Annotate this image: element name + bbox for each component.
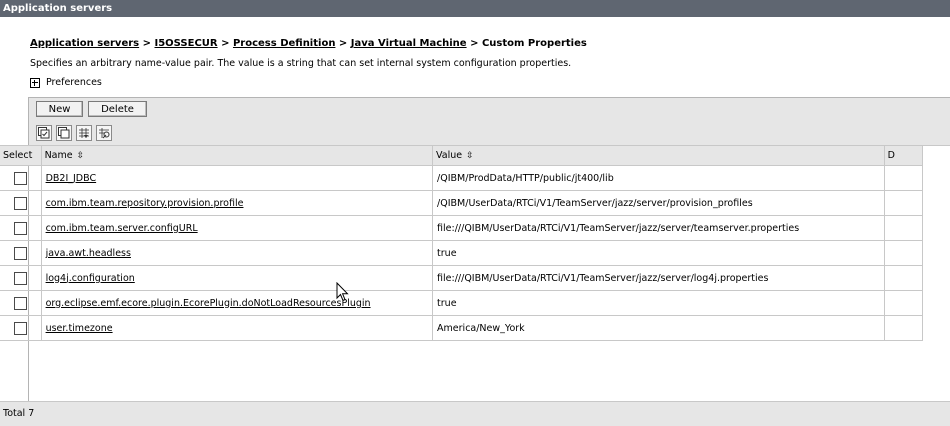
property-name-link[interactable]: com.ibm.team.server.configURL	[46, 223, 198, 234]
page-description: Specifies an arbitrary name-value pair. …	[30, 58, 572, 69]
row-select-checkbox[interactable]	[13, 196, 27, 210]
table-footer: Total 7	[0, 401, 950, 426]
table-row: org.eclipse.emf.ecore.plugin.EcorePlugin…	[0, 290, 924, 316]
row-select-checkbox[interactable]	[13, 221, 27, 235]
table-row: com.ibm.team.repository.provision.profil…	[0, 190, 924, 216]
show-filter-icon[interactable]	[76, 125, 92, 141]
collection-panel: New Delete Select Name ⇳ Value ⇳ D DB2I_…	[0, 97, 950, 408]
icon-toolbar	[29, 121, 950, 146]
breadcrumb-separator: >	[142, 38, 151, 49]
property-name-link[interactable]: org.eclipse.emf.ecore.plugin.EcorePlugin…	[46, 298, 371, 309]
column-header-name[interactable]: Name ⇳	[40, 145, 434, 166]
column-header-value[interactable]: Value ⇳	[432, 145, 885, 166]
breadcrumb-separator: >	[338, 38, 348, 49]
deselect-all-icon[interactable]	[56, 125, 72, 141]
table-row: log4j.configuration file:///QIBM/UserDat…	[0, 265, 924, 291]
row-select-checkbox[interactable]	[13, 246, 27, 260]
table-row: DB2I_JDBC /QIBM/ProdData/HTTP/public/jt4…	[0, 165, 924, 191]
window-title: Application servers	[0, 0, 950, 17]
property-description	[883, 215, 924, 241]
sort-icon[interactable]: ⇳	[77, 151, 85, 161]
property-value: true	[432, 240, 885, 266]
mouse-pointer-icon	[336, 282, 349, 302]
property-name-link[interactable]: java.awt.headless	[46, 248, 131, 259]
property-value: true	[432, 290, 885, 316]
sort-icon[interactable]: ⇳	[466, 151, 474, 161]
breadcrumb-current: Custom Properties	[481, 38, 587, 49]
breadcrumb-process-definition[interactable]: Process Definition	[233, 38, 335, 49]
property-description	[883, 240, 924, 266]
property-description	[883, 290, 924, 316]
table-row: com.ibm.team.server.configURL file:///QI…	[0, 215, 924, 241]
row-select-checkbox[interactable]	[13, 171, 27, 185]
breadcrumb-separator: >	[221, 38, 230, 49]
property-name-link[interactable]: user.timezone	[46, 323, 113, 334]
table-header-row: Select Name ⇳ Value ⇳ D	[0, 145, 924, 166]
column-header-value-label: Value	[436, 150, 463, 161]
breadcrumb-java-virtual-machine[interactable]: Java Virtual Machine	[351, 38, 467, 49]
row-select-checkbox[interactable]	[13, 271, 27, 285]
clear-filter-icon[interactable]	[96, 125, 112, 141]
select-all-icon[interactable]	[36, 125, 52, 141]
row-select-checkbox[interactable]	[13, 321, 27, 335]
property-name-link[interactable]: DB2I_JDBC	[46, 173, 97, 184]
property-description	[883, 315, 924, 341]
property-name-link[interactable]: com.ibm.team.repository.provision.profil…	[46, 198, 244, 209]
expand-icon[interactable]	[30, 77, 40, 88]
property-name-link[interactable]: log4j.configuration	[46, 273, 135, 284]
button-toolbar: New Delete	[29, 97, 950, 122]
column-header-description[interactable]: D	[883, 145, 924, 166]
custom-properties-table: Select Name ⇳ Value ⇳ D DB2I_JDBC /QIBM/Pr…	[0, 145, 924, 341]
property-value: file:///QIBM/UserData/RTCi/V1/TeamServer…	[432, 215, 885, 241]
table-row: user.timezone America/New_York	[0, 315, 924, 341]
delete-button[interactable]: Delete	[88, 101, 147, 117]
column-header-select: Select	[0, 145, 42, 166]
property-description	[883, 265, 924, 291]
property-value: /QIBM/UserData/RTCi/V1/TeamServer/jazz/s…	[432, 190, 885, 216]
new-button[interactable]: New	[36, 101, 83, 117]
property-description	[883, 190, 924, 216]
property-value: file:///QIBM/UserData/RTCi/V1/TeamServer…	[432, 265, 885, 291]
breadcrumb-i5ossecur[interactable]: I5OSSECUR	[154, 38, 217, 49]
property-value: /QIBM/ProdData/HTTP/public/jt400/lib	[432, 165, 885, 191]
total-count: Total 7	[3, 408, 35, 419]
breadcrumb: Application servers > I5OSSECUR > Proces…	[30, 38, 587, 49]
preferences-label: Preferences	[46, 77, 102, 88]
property-description	[883, 165, 924, 191]
column-header-name-label: Name	[44, 150, 73, 161]
property-value: America/New_York	[432, 315, 885, 341]
preferences-toggle[interactable]: Preferences	[30, 77, 102, 88]
row-select-checkbox[interactable]	[13, 296, 27, 310]
breadcrumb-application-servers[interactable]: Application servers	[30, 38, 139, 49]
table-row: java.awt.headless true	[0, 240, 924, 266]
breadcrumb-separator: >	[470, 38, 479, 49]
